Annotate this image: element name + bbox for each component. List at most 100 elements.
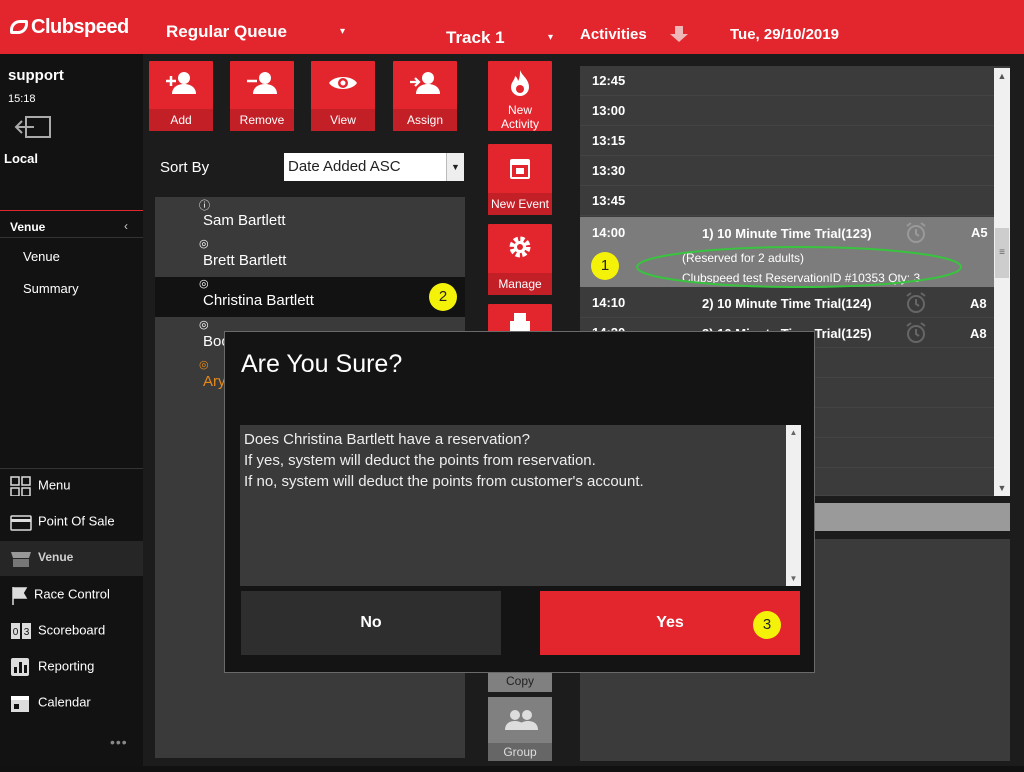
card-icon <box>10 515 32 531</box>
dialog-message-box[interactable]: Does Christina Bartlett have a reservati… <box>240 425 801 586</box>
person-icon: ◎ <box>199 278 209 290</box>
svg-text:0: 0 <box>13 627 19 638</box>
scroll-up-icon[interactable]: ▲ <box>994 68 1010 84</box>
collapse-chevron-icon[interactable]: ‹ <box>124 219 128 233</box>
sort-select-value: Date Added ASC <box>288 158 401 175</box>
print-button[interactable] <box>488 304 552 334</box>
venue-nav-item-summary[interactable]: Summary <box>23 281 79 296</box>
annotation-ellipse <box>636 246 962 288</box>
user-name: support <box>8 67 64 84</box>
nav-race-control[interactable]: Race Control <box>10 585 110 609</box>
annotation-badge-1: 1 <box>591 252 619 280</box>
confirm-dialog: Are You Sure? Does Christina Bartlett ha… <box>224 331 815 673</box>
list-item[interactable]: Ary <box>203 373 226 390</box>
remove-user-icon <box>247 72 277 94</box>
activities-label[interactable]: Activities <box>580 26 647 43</box>
calendar-icon <box>11 696 29 712</box>
view-button[interactable]: View <box>311 61 375 131</box>
person-icon: ◎ <box>199 238 209 250</box>
sort-select[interactable]: Date Added ASC ▼ <box>284 153 464 181</box>
alarm-clock-icon[interactable] <box>904 321 928 345</box>
divider <box>0 468 143 469</box>
assign-button[interactable]: Assign <box>393 61 457 131</box>
store-icon <box>11 552 31 567</box>
time-slot[interactable]: 13:45 <box>580 186 994 216</box>
slot-code: A5 <box>971 225 988 240</box>
time-slot[interactable]: 12:45 <box>580 66 994 96</box>
group-icon <box>505 710 538 730</box>
no-button[interactable]: No <box>241 591 501 655</box>
time-slot[interactable]: 13:15 <box>580 126 994 156</box>
sort-by-label: Sort By <box>160 159 210 176</box>
nav-menu[interactable]: Menu <box>10 476 71 500</box>
group-button[interactable]: Group <box>488 697 552 761</box>
more-options-icon[interactable]: ••• <box>110 734 128 750</box>
person-icon: ◎ <box>199 359 209 371</box>
new-event-button[interactable]: New Event <box>488 144 552 215</box>
track-chevron-down-icon[interactable]: ▾ <box>548 32 553 43</box>
nav-point-of-sale[interactable]: Point Of Sale <box>10 512 115 536</box>
copy-button[interactable]: Copy <box>488 672 552 692</box>
scroll-down-icon[interactable]: ▼ <box>994 480 1010 496</box>
slot-time: 14:00 <box>592 225 626 240</box>
flag-icon <box>12 587 28 605</box>
venue-section-header[interactable]: Venue <box>10 220 45 234</box>
logout-icon[interactable] <box>14 115 52 139</box>
alarm-clock-icon[interactable] <box>904 221 928 245</box>
gear-icon <box>509 236 531 258</box>
add-button[interactable]: Add <box>149 61 213 131</box>
svg-text:3: 3 <box>24 627 30 638</box>
schedule-scrollbar[interactable]: ▲ ≡ ▼ <box>994 68 1010 496</box>
alarm-clock-icon[interactable] <box>904 291 928 315</box>
divider <box>0 237 143 238</box>
scoreboard-icon: 03 <box>11 623 31 639</box>
venue-nav-item-venue[interactable]: Venue <box>23 249 60 264</box>
scroll-down-icon[interactable]: ▼ <box>786 571 801 586</box>
message-line: If yes, system will deduct the points fr… <box>244 452 596 469</box>
manage-button[interactable]: Manage <box>488 224 552 295</box>
bottom-frame <box>0 766 1024 772</box>
person-icon: ◎ <box>199 319 209 331</box>
download-arrow-icon[interactable] <box>670 26 688 42</box>
time-slot[interactable]: 13:30 <box>580 156 994 186</box>
reservation-title[interactable]: 1) 10 Minute Time Trial(123) <box>702 226 872 241</box>
nav-calendar[interactable]: Calendar <box>10 693 91 717</box>
nav-venue[interactable]: Venue <box>10 548 73 572</box>
sort-chevron-down-icon[interactable]: ▼ <box>446 153 464 181</box>
queue-selector[interactable]: Regular Queue <box>166 22 287 42</box>
top-bar: Clubspeed Regular Queue ▾ Track 1 ▾ Acti… <box>0 0 1024 54</box>
time-slot[interactable]: 14:10 2) 10 Minute Time Trial(124) A8 <box>580 288 994 318</box>
clubspeed-logo: Clubspeed <box>10 16 129 39</box>
user-time: 15:18 <box>8 93 36 105</box>
nav-reporting[interactable]: Reporting <box>10 657 94 681</box>
flame-icon <box>511 70 529 96</box>
list-item[interactable]: Brett Bartlett <box>203 252 286 269</box>
annotation-badge-2: 2 <box>429 283 457 311</box>
assign-user-icon <box>410 72 440 94</box>
divider <box>0 210 143 211</box>
date-label: Tue, 29/10/2019 <box>730 26 839 43</box>
scroll-thumb[interactable]: ≡ <box>995 228 1009 278</box>
queue-chevron-down-icon[interactable]: ▾ <box>340 26 345 37</box>
message-line: Does Christina Bartlett have a reservati… <box>244 431 530 448</box>
message-line: If no, system will deduct the points fro… <box>244 473 644 490</box>
add-user-icon <box>166 72 196 94</box>
scroll-up-icon[interactable]: ▲ <box>786 425 801 440</box>
person-icon: ⓘ <box>199 200 210 212</box>
track-selector[interactable]: Track 1 <box>446 28 505 48</box>
annotation-badge-3: 3 <box>753 611 781 639</box>
dialog-message: Does Christina Bartlett have a reservati… <box>244 429 644 492</box>
calendar-add-icon <box>510 159 530 179</box>
nav-scoreboard[interactable]: 0 3 Scoreboard <box>10 621 105 645</box>
new-activity-button[interactable]: New Activity <box>488 61 552 131</box>
list-item[interactable]: Sam Bartlett <box>203 212 286 229</box>
location-label: Local <box>4 151 38 166</box>
dialog-title: Are You Sure? <box>241 350 403 378</box>
grid-icon <box>10 476 31 496</box>
time-slot[interactable]: 13:00 <box>580 96 994 126</box>
chart-icon <box>11 658 29 676</box>
message-scrollbar[interactable]: ▲ ▼ <box>786 425 801 586</box>
remove-button[interactable]: Remove <box>230 61 294 131</box>
eye-icon <box>329 77 357 89</box>
list-item[interactable]: Christina Bartlett <box>203 292 314 309</box>
